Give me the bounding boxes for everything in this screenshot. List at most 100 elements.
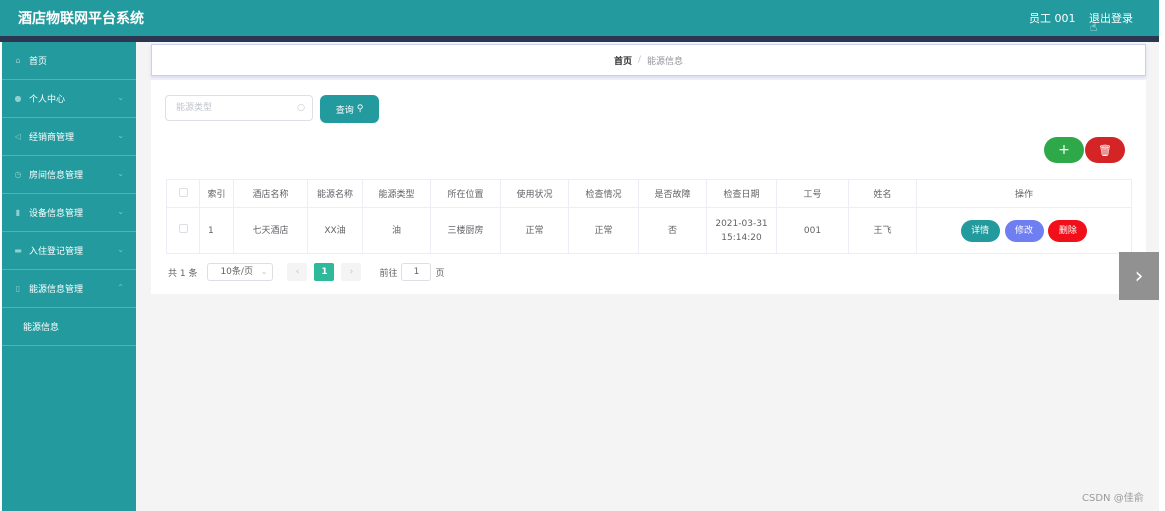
table-header: 姓名 xyxy=(848,179,917,208)
main-content: 首页 / 能源信息 能源类型 ○ 查询 ⚲ + 🗑 索引 酒店名称 能源名称 能… xyxy=(136,42,1159,511)
sidebar-item-label: 入住登记管理 xyxy=(29,247,84,257)
cell-actions: 详情 修改 删除 xyxy=(916,207,1132,254)
chevron-right-icon: › xyxy=(1134,263,1144,289)
top-bar: 酒店物联网平台系统 员工 001 退出登录 ☝ xyxy=(0,0,1159,36)
table-header: 索引 xyxy=(199,179,234,208)
table-header: 操作 xyxy=(916,179,1132,208)
cell-location: 三楼厨房 xyxy=(430,207,501,254)
sidebar-item-label: 能源信息管理 xyxy=(29,285,84,295)
detail-button[interactable]: 详情 xyxy=(960,219,1000,242)
table-header: 是否故障 xyxy=(638,179,707,208)
chevron-up-icon: ⌃ xyxy=(117,283,124,292)
plus-icon: + xyxy=(1058,142,1070,158)
energy-table: 索引 酒店名称 能源名称 能源类型 所在位置 使用状况 检查情况 是否故障 检查… xyxy=(166,179,1132,254)
cell-check: 正常 xyxy=(568,207,639,254)
next-slide-button[interactable]: › xyxy=(1119,252,1159,300)
sidebar: ⌂ 首页 ● 个人中心 ⌄ ◁ 经销商管理 ⌄ ◷ 房间信息管理 ⌄ ▮ 设备信… xyxy=(2,42,136,511)
breadcrumb: 首页 / 能源信息 xyxy=(151,44,1146,76)
add-button[interactable]: + xyxy=(1044,137,1084,163)
trash-icon: 🗑 xyxy=(1098,143,1112,157)
chevron-down-icon: ⌄ xyxy=(117,245,124,254)
chevron-down-icon: ⌄ xyxy=(260,267,268,276)
page-number-current[interactable]: 1 xyxy=(314,263,335,281)
batch-delete-button[interactable]: 🗑 xyxy=(1085,137,1125,163)
content-panel: 能源类型 ○ 查询 ⚲ + 🗑 索引 酒店名称 能源名称 能源类型 所在位置 使… xyxy=(151,80,1146,294)
cell-fault: 否 xyxy=(638,207,707,254)
query-button[interactable]: 查询 ⚲ xyxy=(320,95,379,123)
chart-icon: ▮ xyxy=(15,208,21,217)
table-header: 使用状况 xyxy=(500,179,569,208)
table-header: 能源名称 xyxy=(307,179,363,208)
table-header: 检查情况 xyxy=(568,179,639,208)
user-icon: ● xyxy=(14,94,22,103)
page-size-value: 10条/页 xyxy=(220,267,253,277)
sidebar-subitem-energy-info[interactable]: 能源信息 xyxy=(2,308,136,346)
table-header: 检查日期 xyxy=(706,179,777,208)
current-user: 员工 001 xyxy=(1029,12,1076,25)
sidebar-item-label: 个人中心 xyxy=(29,95,66,105)
query-button-label: 查询 xyxy=(335,105,354,116)
cell-staff-no: 001 xyxy=(776,207,849,254)
chevron-left-icon: ‹ xyxy=(295,267,300,277)
chevron-right-icon: › xyxy=(349,267,354,277)
breadcrumb-separator: / xyxy=(637,55,642,65)
search-placeholder: 能源类型 xyxy=(176,103,213,113)
search-icon: ○ xyxy=(297,103,305,113)
app-title: 酒店物联网平台系统 xyxy=(18,11,144,27)
sidebar-subitem-label: 能源信息 xyxy=(23,323,60,333)
breadcrumb-home[interactable]: 首页 xyxy=(614,54,632,67)
table-header: 所在位置 xyxy=(430,179,501,208)
table-header-row: 索引 酒店名称 能源名称 能源类型 所在位置 使用状况 检查情况 是否故障 检查… xyxy=(166,179,1132,208)
table-header: 能源类型 xyxy=(362,179,431,208)
row-checkbox[interactable] xyxy=(166,207,200,254)
sidebar-item-room[interactable]: ◷ 房间信息管理 ⌄ xyxy=(2,156,136,194)
select-all-checkbox[interactable] xyxy=(166,179,200,208)
chevron-down-icon: ⌄ xyxy=(117,93,124,102)
sidebar-item-home[interactable]: ⌂ 首页 xyxy=(2,42,136,80)
home-icon: ⌂ xyxy=(15,56,21,65)
goto-page-input[interactable]: 1 xyxy=(401,263,432,281)
delete-button[interactable]: 删除 xyxy=(1048,219,1088,242)
page-suffix: 页 xyxy=(435,268,445,279)
edit-button[interactable]: 修改 xyxy=(1004,219,1044,242)
search-input[interactable]: 能源类型 ○ xyxy=(165,95,313,121)
sidebar-item-device[interactable]: ▮ 设备信息管理 ⌄ xyxy=(2,194,136,232)
phone-icon: ▯ xyxy=(15,284,21,293)
sidebar-item-label: 经销商管理 xyxy=(29,133,75,143)
sidebar-item-personal-center[interactable]: ● 个人中心 ⌄ xyxy=(2,80,136,118)
sidebar-item-label: 首页 xyxy=(29,57,48,67)
cell-usage: 正常 xyxy=(500,207,569,254)
sidebar-item-energy[interactable]: ▯ 能源信息管理 ⌃ xyxy=(2,270,136,308)
cell-energy-name: XX油 xyxy=(307,207,363,254)
cell-energy-type: 油 xyxy=(362,207,431,254)
chevron-down-icon: ⌄ xyxy=(117,169,124,178)
table-header: 酒店名称 xyxy=(233,179,308,208)
table-header: 工号 xyxy=(776,179,849,208)
pagination: 共 1 条 10条/页 ⌄ ‹ 1 › 前往 1 页 xyxy=(168,262,444,282)
sidebar-item-dealer[interactable]: ◁ 经销商管理 ⌄ xyxy=(2,118,136,156)
watermark: CSDN @佳俞 xyxy=(1082,493,1144,504)
page-size-select[interactable]: 10条/页 ⌄ xyxy=(207,263,274,281)
goto-label: 前往 xyxy=(379,268,398,279)
prev-page-button[interactable]: ‹ xyxy=(287,263,308,281)
cell-name: 王飞 xyxy=(848,207,917,254)
sidebar-item-label: 房间信息管理 xyxy=(29,171,84,181)
breadcrumb-current: 能源信息 xyxy=(647,56,684,67)
cell-date: 2021-03-31 15:14:20 xyxy=(706,207,777,254)
pagination-total: 共 1 条 xyxy=(168,268,198,279)
clock-icon: ◷ xyxy=(14,170,22,179)
cell-hotel: 七天酒店 xyxy=(233,207,308,254)
cell-date-day: 2021-03-31 xyxy=(715,218,768,229)
sidebar-item-checkin[interactable]: ▬ 入住登记管理 ⌄ xyxy=(2,232,136,270)
card-icon: ▬ xyxy=(14,246,22,255)
search-icon: ⚲ xyxy=(356,104,364,114)
chevron-down-icon: ⌄ xyxy=(117,207,124,216)
sidebar-item-label: 设备信息管理 xyxy=(29,209,84,219)
cell-date-time: 15:14:20 xyxy=(721,232,762,243)
chevron-down-icon: ⌄ xyxy=(117,131,124,140)
send-icon: ◁ xyxy=(14,132,22,141)
table-row: 1 七天酒店 XX油 油 三楼厨房 正常 正常 否 2021-03-31 15:… xyxy=(166,207,1132,254)
mouse-pointer-icon: ☝ xyxy=(1090,20,1098,34)
next-page-button[interactable]: › xyxy=(341,263,362,281)
cell-index: 1 xyxy=(199,207,234,254)
